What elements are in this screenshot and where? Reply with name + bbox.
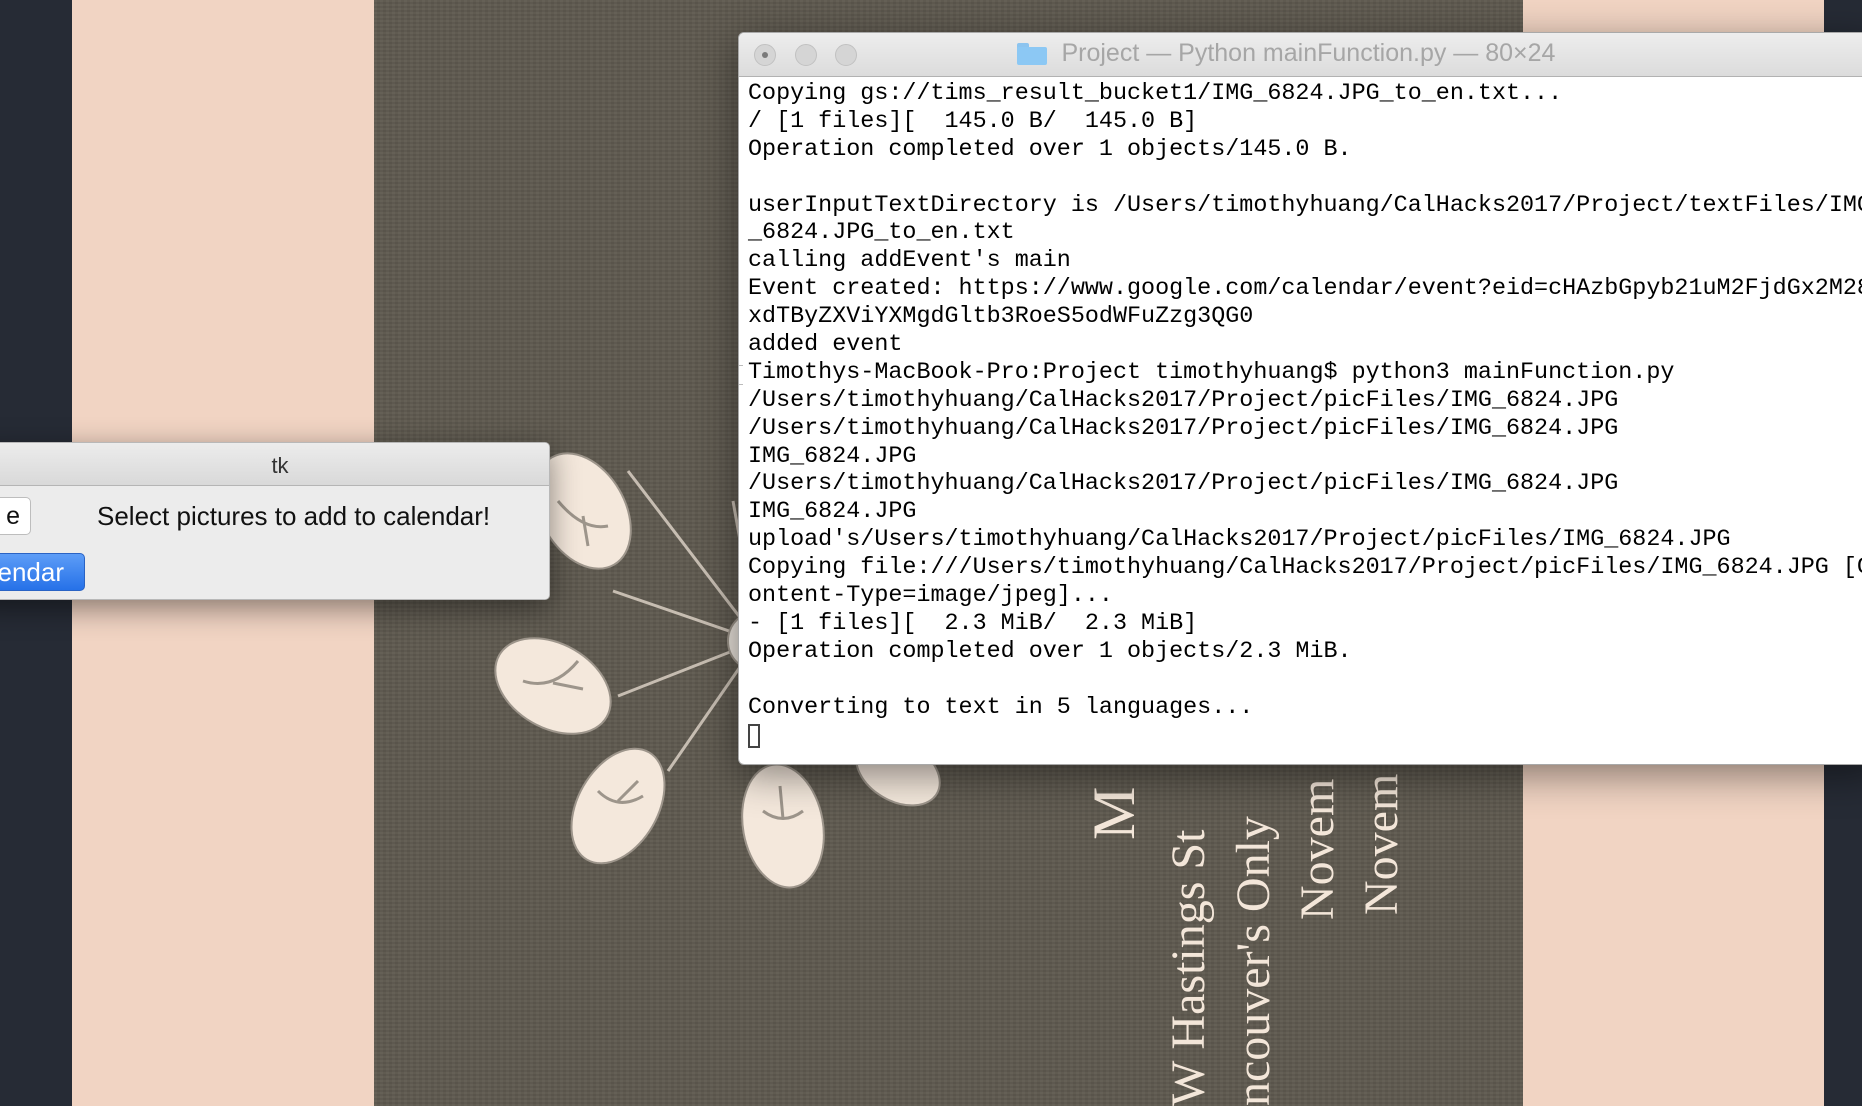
- tk-body: e Select pictures to add to calendar! en…: [0, 486, 549, 599]
- poster-line: M: [1081, 786, 1147, 840]
- poster-line: ncouver's Only: [1227, 816, 1280, 1106]
- terminal-line: Converting to text in 5 languages...: [748, 694, 1254, 721]
- zoom-window-button[interactable]: [835, 44, 857, 66]
- terminal-line: Event created: https://www.google.com/ca…: [748, 276, 1862, 303]
- terminal-line: calling addEvent's main: [748, 248, 1071, 275]
- terminal-line: xdTByZXViYXMgdGltb3RoeS5odWFuZzg3QG0: [748, 304, 1254, 331]
- terminal-line: Operation completed over 1 objects/2.3 M…: [748, 638, 1352, 665]
- terminal-lines: Copying gs://tims_result_bucket1/IMG_682…: [748, 81, 1862, 722]
- terminal-line: IMG_6824.JPG: [748, 443, 917, 470]
- terminal-output[interactable]: Copying gs://tims_result_bucket1/IMG_682…: [739, 77, 1862, 761]
- poster-line: W Hastings St: [1162, 829, 1215, 1106]
- close-window-button[interactable]: [754, 44, 776, 66]
- terminal-line: / [1 files][ 145.0 B/ 145.0 B]: [748, 108, 1198, 135]
- terminal-line: Timothys-MacBook-Pro:Project timothyhuan…: [748, 359, 1675, 386]
- tk-window-title: tk: [271, 453, 289, 478]
- terminal-line: userInputTextDirectory is /Users/timothy…: [748, 192, 1862, 219]
- terminal-line: IMG_6824.JPG: [748, 499, 917, 526]
- prompt-mark-icon: [739, 365, 743, 385]
- folder-icon: [1017, 42, 1047, 65]
- terminal-line: /Users/timothyhuang/CalHacks2017/Project…: [748, 471, 1619, 498]
- terminal-line: - [1 files][ 2.3 MiB/ 2.3 MiB]: [748, 610, 1198, 637]
- terminal-line: /Users/timothyhuang/CalHacks2017/Project…: [748, 387, 1619, 414]
- poster-line: Novem: [1291, 778, 1344, 920]
- terminal-cursor: [748, 724, 760, 749]
- add-to-calendar-button[interactable]: endar: [0, 553, 85, 591]
- terminal-line: _6824.JPG_to_en.txt: [748, 220, 1015, 247]
- terminal-window[interactable]: Project — Python mainFunction.py — 80×24…: [738, 32, 1862, 765]
- poster-line: Novem: [1355, 773, 1408, 915]
- terminal-line: /Users/timothyhuang/CalHacks2017/Project…: [748, 415, 1619, 442]
- terminal-prompt-line[interactable]: [748, 722, 1862, 750]
- terminal-line: Copying file:///Users/timothyhuang/CalHa…: [748, 555, 1862, 582]
- terminal-line: ontent-Type=image/jpeg]...: [748, 583, 1113, 610]
- minimize-window-button[interactable]: [795, 44, 817, 66]
- terminal-window-title: Project — Python mainFunction.py — 80×24: [1061, 39, 1556, 67]
- select-pictures-label: Select pictures to add to calendar!: [97, 501, 491, 531]
- terminal-title-group: Project — Python mainFunction.py — 80×24: [1017, 39, 1555, 69]
- terminal-line: added event: [748, 332, 903, 359]
- terminal-line: upload's/Users/timothyhuang/CalHacks2017…: [748, 527, 1731, 554]
- choose-pictures-button[interactable]: e: [0, 497, 31, 535]
- terminal-titlebar[interactable]: Project — Python mainFunction.py — 80×24: [739, 33, 1862, 77]
- tk-titlebar[interactable]: tk: [0, 443, 549, 486]
- terminal-line: Operation completed over 1 objects/145.0…: [748, 136, 1352, 163]
- tk-window[interactable]: tk e Select pictures to add to calendar!…: [0, 442, 550, 600]
- terminal-line: Copying gs://tims_result_bucket1/IMG_682…: [748, 81, 1563, 107]
